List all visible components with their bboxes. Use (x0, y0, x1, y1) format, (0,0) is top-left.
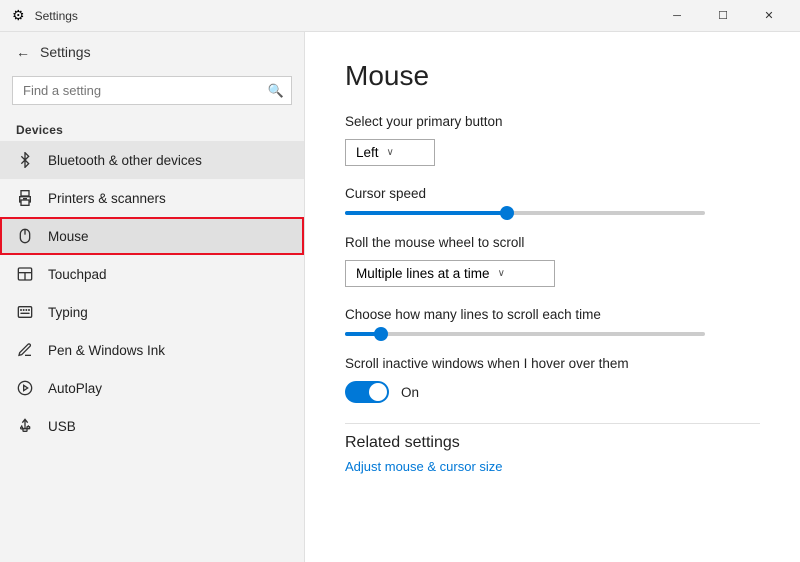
lines-label: Choose how many lines to scroll each tim… (345, 307, 760, 322)
scroll-label: Roll the mouse wheel to scroll (345, 235, 760, 250)
related-title: Related settings (345, 434, 760, 452)
primary-button-value: Left (356, 145, 379, 160)
chevron-down-icon: ∨ (387, 147, 394, 158)
cursor-speed-group: Cursor speed (345, 186, 760, 215)
primary-button-dropdown[interactable]: Left ∨ (345, 139, 435, 166)
bluetooth-icon (16, 151, 34, 169)
sidebar-item-label-autoplay: AutoPlay (48, 381, 102, 396)
primary-button-label: Select your primary button (345, 114, 760, 129)
sidebar-item-usb[interactable]: USB (0, 407, 304, 445)
inactive-toggle-label: On (401, 385, 419, 400)
scroll-value: Multiple lines at a time (356, 266, 490, 281)
related-link-mouse[interactable]: Adjust mouse & cursor size (345, 459, 503, 474)
mouse-icon (16, 227, 34, 245)
inactive-toggle[interactable] (345, 381, 389, 403)
sidebar-item-mouse[interactable]: Mouse (0, 217, 304, 255)
sidebar-item-label-pen: Pen & Windows Ink (48, 343, 165, 358)
sidebar-item-label-bluetooth: Bluetooth & other devices (48, 153, 202, 168)
scroll-dropdown[interactable]: Multiple lines at a time ∨ (345, 260, 555, 287)
sidebar-search[interactable]: 🔍 (12, 76, 292, 105)
sidebar-item-label-usb: USB (48, 419, 76, 434)
cursor-speed-slider[interactable] (345, 211, 705, 215)
maximize-button[interactable]: ☐ (700, 0, 746, 32)
close-button[interactable]: ✕ (746, 0, 792, 32)
primary-button-group: Select your primary button Left ∨ (345, 114, 760, 166)
sidebar-item-pen[interactable]: Pen & Windows Ink (0, 331, 304, 369)
sidebar-back-title: Settings (40, 44, 91, 60)
touchpad-icon (16, 265, 34, 283)
pen-icon (16, 341, 34, 359)
content-area: Mouse Select your primary button Left ∨ … (305, 32, 800, 562)
sidebar: ← Settings 🔍 Devices Bluetooth & other d… (0, 32, 305, 562)
sidebar-item-label-printers: Printers & scanners (48, 191, 166, 206)
page-title: Mouse (345, 60, 760, 92)
titlebar: ⚙ Settings ─ ☐ ✕ (0, 0, 800, 32)
toggle-thumb (369, 383, 387, 401)
lines-slider[interactable] (345, 332, 705, 336)
cursor-speed-track (345, 211, 705, 215)
back-arrow-icon: ← (16, 44, 30, 60)
inactive-label: Scroll inactive windows when I hover ove… (345, 356, 760, 371)
cursor-speed-thumb[interactable] (500, 206, 514, 220)
sidebar-section-label: Devices (0, 117, 304, 141)
lines-track (345, 332, 705, 336)
sidebar-item-typing[interactable]: Typing (0, 293, 304, 331)
typing-icon (16, 303, 34, 321)
main-layout: ← Settings 🔍 Devices Bluetooth & other d… (0, 32, 800, 562)
usb-icon (16, 417, 34, 435)
minimize-button[interactable]: ─ (654, 0, 700, 32)
titlebar-controls: ─ ☐ ✕ (654, 0, 792, 32)
search-input[interactable] (12, 76, 292, 105)
sidebar-item-autoplay[interactable]: AutoPlay (0, 369, 304, 407)
inactive-group: Scroll inactive windows when I hover ove… (345, 356, 760, 403)
sidebar-item-bluetooth[interactable]: Bluetooth & other devices (0, 141, 304, 179)
autoplay-icon (16, 379, 34, 397)
divider (345, 423, 760, 424)
settings-icon: ⚙ (12, 7, 25, 24)
printer-icon (16, 189, 34, 207)
cursor-speed-fill (345, 211, 507, 215)
lines-group: Choose how many lines to scroll each tim… (345, 307, 760, 336)
inactive-toggle-row: On (345, 381, 760, 403)
sidebar-item-label-mouse: Mouse (48, 229, 89, 244)
lines-thumb[interactable] (374, 327, 388, 341)
chevron-down-icon-2: ∨ (498, 268, 505, 279)
sidebar-item-label-typing: Typing (48, 305, 88, 320)
related-group: Related settings Adjust mouse & cursor s… (345, 434, 760, 476)
titlebar-left: ⚙ Settings (12, 7, 78, 24)
sidebar-back[interactable]: ← Settings (0, 32, 304, 72)
cursor-speed-label: Cursor speed (345, 186, 760, 201)
sidebar-item-label-touchpad: Touchpad (48, 267, 107, 282)
sidebar-item-touchpad[interactable]: Touchpad (0, 255, 304, 293)
titlebar-title: Settings (35, 9, 78, 23)
sidebar-item-printers[interactable]: Printers & scanners (0, 179, 304, 217)
scroll-group: Roll the mouse wheel to scroll Multiple … (345, 235, 760, 287)
search-icon: 🔍 (268, 83, 284, 99)
